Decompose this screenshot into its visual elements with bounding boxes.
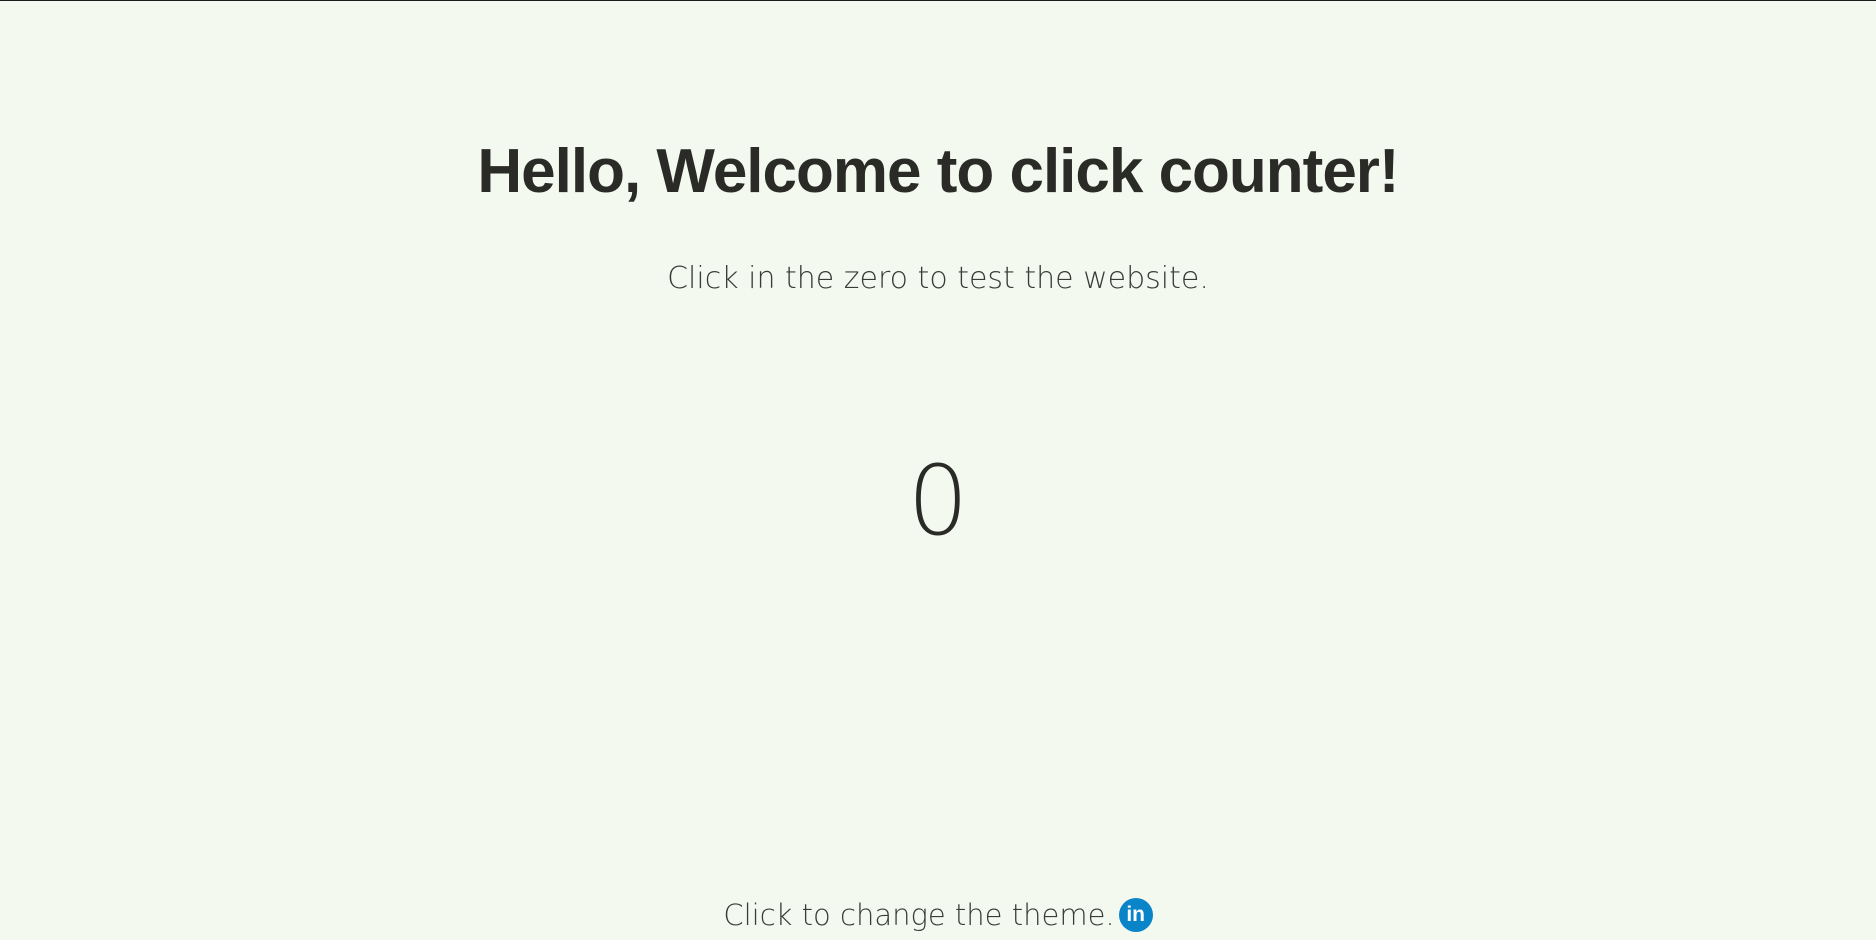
change-theme-link[interactable]: Click to change the theme. (723, 895, 1114, 935)
linkedin-icon[interactable]: in (1118, 898, 1153, 932)
page-title: Hello, Welcome to click counter! (477, 137, 1399, 206)
click-counter-button[interactable]: 0 (888, 441, 988, 561)
page-subtitle: Click in the zero to test the website. (667, 261, 1209, 296)
footer: Click to change the theme. in (0, 892, 1876, 938)
